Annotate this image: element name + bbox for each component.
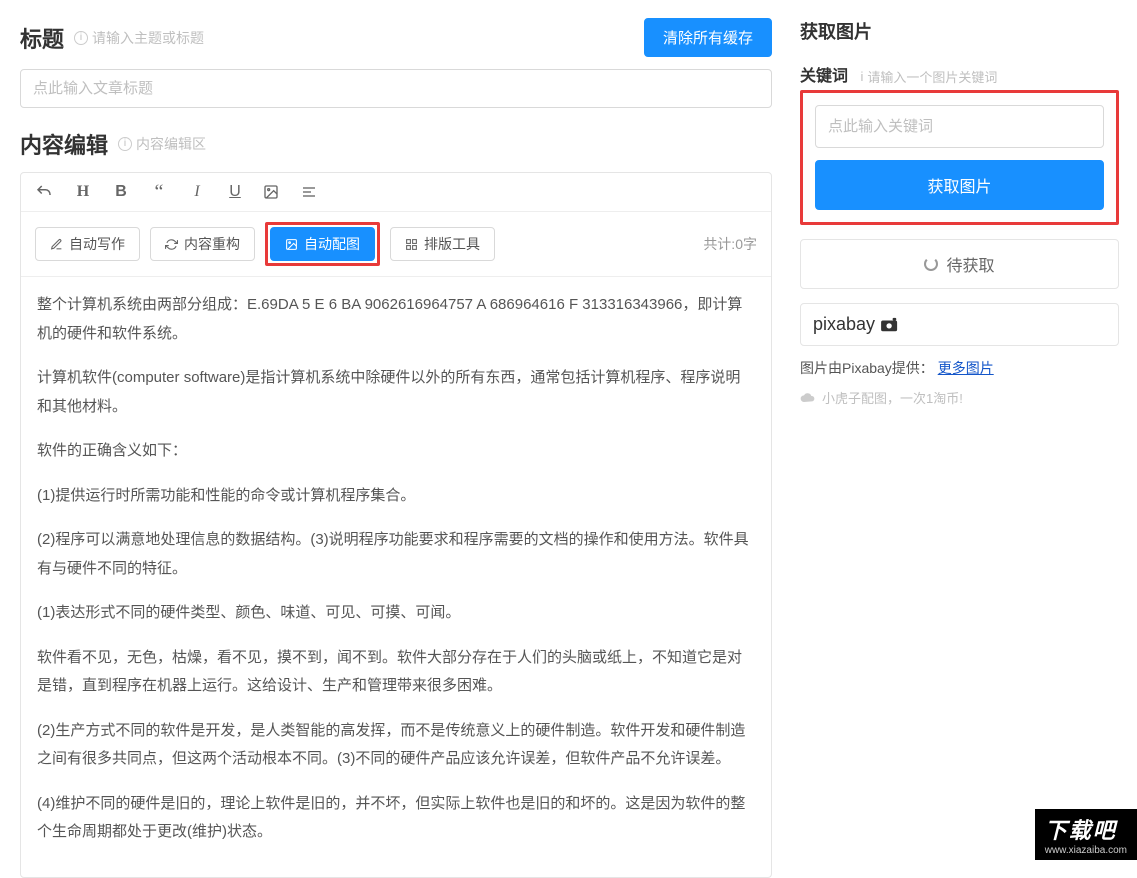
layout-icon	[405, 238, 418, 251]
auto-image-highlight: 自动配图	[265, 222, 380, 266]
keyword-input[interactable]	[815, 105, 1104, 148]
word-count: 共计:0字	[703, 234, 757, 254]
paragraph: (2)程序可以满意地处理信息的数据结构。(3)说明程序功能要求和程序需要的文档的…	[37, 526, 755, 583]
cloud-icon	[800, 392, 816, 404]
editor-content[interactable]: 整个计算机系统由两部分组成：E.69DA 5 E 6 BA 9062616964…	[21, 277, 771, 877]
get-image-title: 获取图片	[800, 18, 1119, 44]
paragraph: (1)表达形式不同的硬件类型、颜色、味道、可见、可摸、可闻。	[37, 599, 755, 628]
paragraph: (2)生产方式不同的软件是开发，是人类智能的高发挥，而不是传统意义上的硬件制造。…	[37, 717, 755, 774]
keyword-hint: i 请输入一个图片关键词	[860, 67, 997, 86]
paragraph: 整个计算机系统由两部分组成：E.69DA 5 E 6 BA 9062616964…	[37, 291, 755, 348]
info-icon: i	[860, 69, 863, 84]
editor-label: 内容编辑	[20, 128, 108, 160]
info-icon: i	[118, 137, 132, 151]
watermark: 下载吧 www.xiazaiba.com	[1035, 809, 1137, 860]
pixabay-badge: pixabay	[800, 303, 1119, 346]
clear-cache-button[interactable]: 清除所有缓存	[644, 18, 772, 57]
pixabay-label: pixabay	[813, 314, 875, 335]
image-icon[interactable]	[263, 184, 283, 200]
align-left-icon[interactable]	[301, 184, 321, 200]
auto-write-button[interactable]: 自动写作	[35, 227, 140, 261]
info-icon: i	[74, 31, 88, 45]
tip-line: 小虎子配图，一次1淘币!	[800, 388, 1119, 407]
bold-icon[interactable]: B	[111, 183, 131, 201]
editor-header: 内容编辑 i 内容编辑区	[20, 128, 772, 160]
auto-image-button[interactable]: 自动配图	[270, 227, 375, 261]
attribution-line: 图片由Pixabay提供： 更多图片	[800, 358, 1119, 378]
underline-icon[interactable]: U	[225, 183, 245, 201]
quote-icon[interactable]: “	[149, 185, 169, 199]
paragraph: 计算机软件(computer software)是指计算机系统中除硬件以外的所有…	[37, 364, 755, 421]
restructure-button[interactable]: 内容重构	[150, 227, 255, 261]
paragraph: 软件看不见，无色，枯燥，看不见，摸不到，闻不到。软件大部分存在于人们的头脑或纸上…	[37, 644, 755, 701]
format-toolbar: H B “ I U	[21, 173, 771, 212]
image-icon	[285, 238, 298, 251]
layout-tool-button[interactable]: 排版工具	[390, 227, 495, 261]
title-hint: i 请输入主题或标题	[74, 28, 204, 48]
pending-status: 待获取	[800, 239, 1119, 289]
paragraph: 软件的正确含义如下：	[37, 437, 755, 466]
italic-icon[interactable]: I	[187, 183, 207, 201]
refresh-icon	[165, 238, 178, 251]
get-image-button[interactable]: 获取图片	[815, 160, 1104, 210]
action-toolbar: 自动写作 内容重构 自动配图 排版工具 共计:0字	[21, 212, 771, 277]
heading-icon[interactable]: H	[73, 183, 93, 201]
article-title-input[interactable]	[20, 69, 772, 108]
spinner-icon	[924, 257, 938, 271]
keyword-input-highlight: 获取图片	[800, 90, 1119, 225]
more-images-link[interactable]: 更多图片	[938, 360, 994, 376]
title-label: 标题	[20, 22, 64, 54]
keyword-label: 关键词	[800, 68, 848, 85]
undo-icon[interactable]	[35, 183, 55, 201]
editor-box: H B “ I U 自动写作 内容重构	[20, 172, 772, 878]
title-header: 标题 i 请输入主题或标题 清除所有缓存	[20, 18, 772, 57]
pencil-icon	[50, 238, 63, 251]
paragraph: (1)提供运行时所需功能和性能的命令或计算机程序集合。	[37, 482, 755, 511]
editor-hint: i 内容编辑区	[118, 134, 206, 154]
camera-icon	[879, 317, 901, 333]
paragraph: (4)维护不同的硬件是旧的，理论上软件是旧的，并不坏，但实际上软件也是旧的和坏的…	[37, 790, 755, 847]
